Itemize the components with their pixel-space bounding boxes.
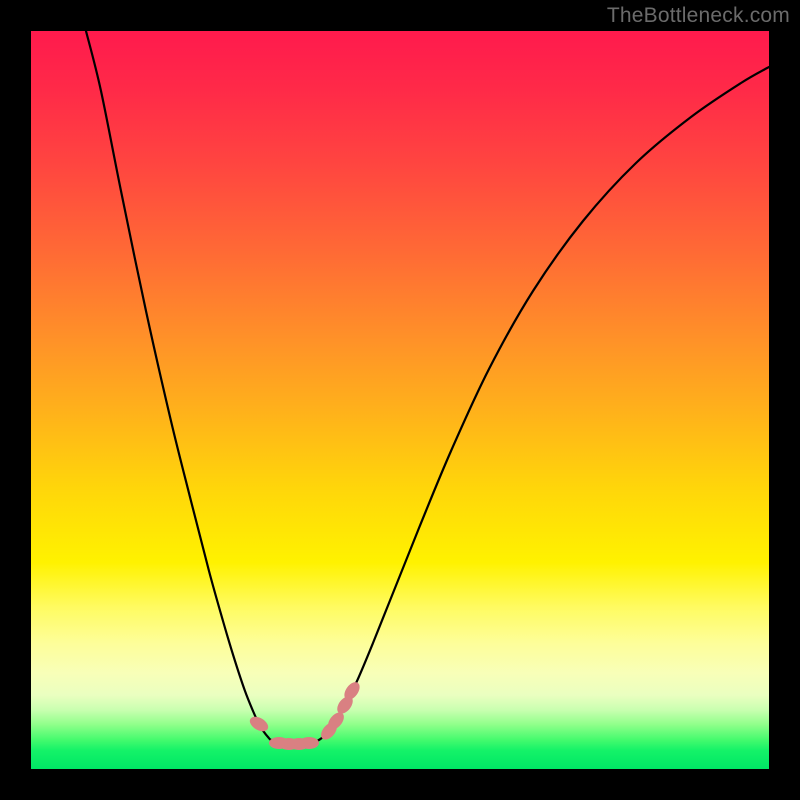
marker-point	[247, 714, 270, 734]
watermark-text: TheBottleneck.com	[607, 4, 790, 28]
bottleneck-curve	[86, 31, 769, 744]
marker-point	[299, 737, 319, 749]
plot-area	[31, 31, 769, 769]
curve-layer	[31, 31, 769, 769]
chart-frame: TheBottleneck.com	[0, 0, 800, 800]
curve-markers	[247, 679, 362, 750]
